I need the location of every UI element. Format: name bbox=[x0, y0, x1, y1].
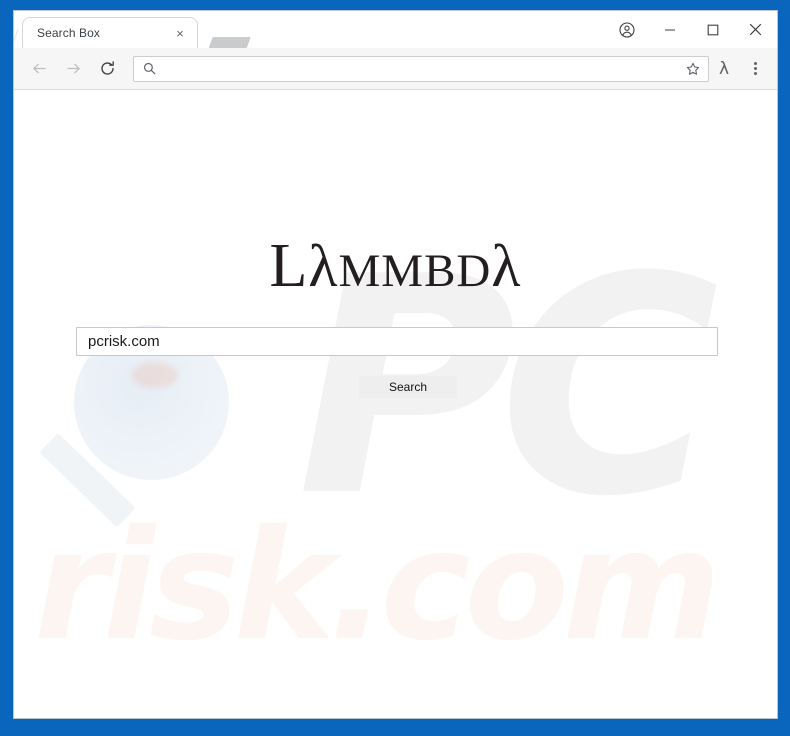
logo-part-1: λ bbox=[308, 233, 339, 299]
magnifier-watermark-highlight bbox=[132, 362, 178, 388]
search-input[interactable]: pcrisk.com bbox=[76, 327, 718, 356]
menu-dot bbox=[753, 62, 757, 65]
back-arrow-icon[interactable] bbox=[25, 54, 54, 83]
search-icon bbox=[143, 62, 156, 75]
search-input-value[interactable]: pcrisk.com bbox=[88, 333, 160, 350]
minimize-icon[interactable] bbox=[648, 11, 691, 48]
window-controls bbox=[605, 11, 777, 48]
address-bar[interactable] bbox=[133, 55, 709, 82]
logo-part-3: λ bbox=[491, 233, 522, 299]
star-icon[interactable] bbox=[680, 62, 706, 76]
tab-strip: Search Box × bbox=[14, 11, 777, 48]
site-logo: LλMMBDλ bbox=[14, 231, 777, 306]
tab-title: Search Box bbox=[37, 26, 101, 40]
search-button[interactable]: Search bbox=[359, 376, 457, 398]
close-icon[interactable] bbox=[734, 11, 777, 48]
risk-watermark-text: risk.com bbox=[34, 497, 721, 674]
menu-dot bbox=[753, 72, 757, 75]
magnifier-watermark-handle bbox=[39, 433, 136, 528]
browser-toolbar: λ bbox=[14, 48, 777, 90]
menu-dot bbox=[753, 67, 757, 70]
profile-icon[interactable] bbox=[605, 11, 648, 48]
three-dot-menu-icon[interactable] bbox=[739, 54, 771, 84]
tab-close-icon[interactable]: × bbox=[172, 25, 188, 41]
logo-part-0: L bbox=[269, 232, 309, 300]
outer-blue-frame: Search Box × λ PC risk.com LλMMBDλ pcris… bbox=[0, 0, 790, 736]
lambda-icon[interactable]: λ bbox=[709, 54, 739, 84]
logo-part-2: MMBD bbox=[338, 245, 492, 297]
reload-icon[interactable] bbox=[93, 54, 122, 83]
new-tab-ghost-shape[interactable] bbox=[207, 37, 251, 48]
forward-arrow-icon[interactable] bbox=[59, 54, 88, 83]
tab-search-box[interactable]: Search Box × bbox=[22, 17, 198, 48]
browser-window: Search Box × λ PC risk.com LλMMBDλ pcris… bbox=[14, 11, 777, 718]
page-content: PC risk.com LλMMBDλ pcrisk.com Search bbox=[14, 90, 777, 717]
maximize-icon[interactable] bbox=[691, 11, 734, 48]
